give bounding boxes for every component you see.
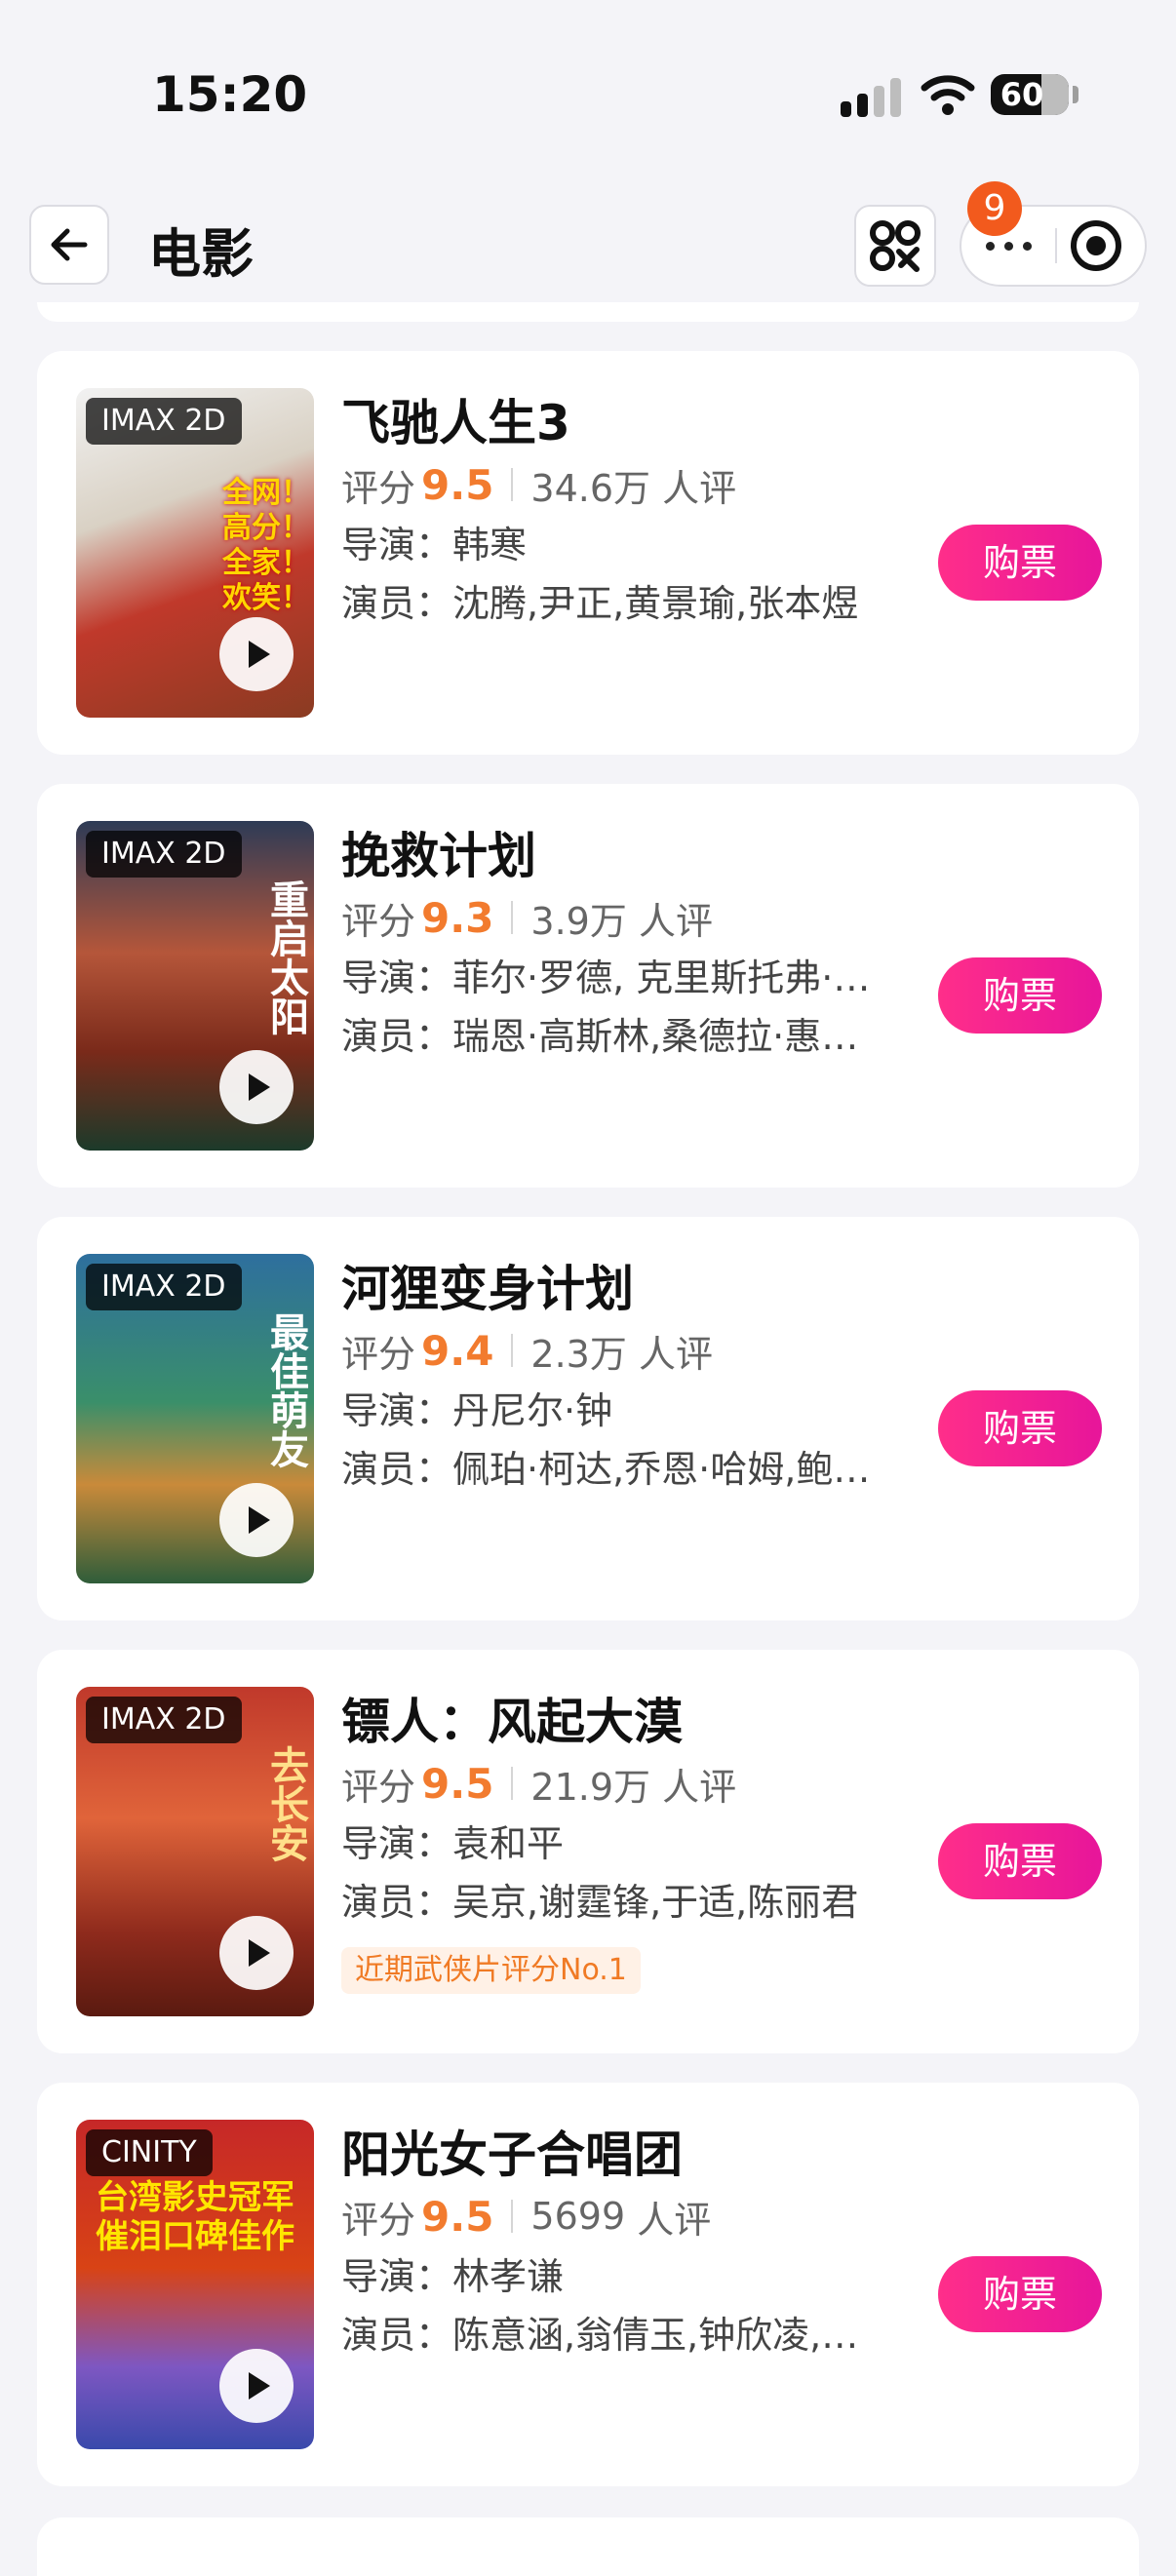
rating-score: 9.5 xyxy=(421,1759,494,1808)
buy-ticket-button[interactable]: 购票 xyxy=(938,1390,1102,1466)
movie-title[interactable]: 阳光女子合唱团 xyxy=(341,2116,683,2186)
page-title: 电影 xyxy=(148,223,254,285)
buy-ticket-button[interactable]: 购票 xyxy=(938,2256,1102,2332)
play-trailer-button[interactable] xyxy=(219,1050,294,1124)
back-button[interactable] xyxy=(29,205,109,285)
review-count: 5699 xyxy=(530,2195,626,2238)
movie-card[interactable]: 全网！高分！全家！欢笑！ IMAX 2D 飞驰人生3 评分 9.5 34.6万 … xyxy=(37,351,1139,755)
cast-line: 演员：佩珀·柯达,乔恩·哈姆,鲍… xyxy=(341,1448,871,1491)
rating-row: 评分 9.5 34.6万 人评 xyxy=(341,460,736,510)
rating-divider xyxy=(511,1334,514,1367)
movie-title[interactable]: 挽救计划 xyxy=(341,817,536,887)
format-tag: IMAX 2D xyxy=(86,831,242,878)
review-label: 人评 xyxy=(637,2198,712,2242)
play-trailer-button[interactable] xyxy=(219,1916,294,1990)
review-count: 3.9万 xyxy=(530,899,627,943)
movie-poster[interactable]: 重启太阳 IMAX 2D xyxy=(76,821,314,1151)
more-dots-icon xyxy=(985,241,995,251)
rating-divider xyxy=(511,2200,514,2233)
status-bar: 15:20 60 xyxy=(0,0,1176,185)
review-label: 人评 xyxy=(638,899,713,943)
scan-icon xyxy=(870,220,921,272)
review-count: 21.9万 xyxy=(530,1765,651,1809)
buy-ticket-button[interactable]: 购票 xyxy=(938,957,1102,1034)
format-tag: IMAX 2D xyxy=(86,1264,242,1310)
status-time: 15:20 xyxy=(152,66,308,123)
format-tag: IMAX 2D xyxy=(86,1697,242,1743)
play-trailer-button[interactable] xyxy=(219,617,294,691)
cast-line: 演员：吴京,谢霆锋,于适,陈丽君 xyxy=(341,1881,859,1924)
poster-slogan: 最佳萌友 xyxy=(263,1312,308,1468)
close-record-icon[interactable] xyxy=(1071,220,1121,271)
rating-score: 9.3 xyxy=(421,893,494,942)
poster-slogan: 重启太阳 xyxy=(263,879,308,1035)
format-tag: CINITY xyxy=(86,2129,213,2176)
format-tag: IMAX 2D xyxy=(86,398,242,445)
director-line: 导演：林孝谦 xyxy=(341,2255,565,2298)
rating-row: 评分 9.4 2.3万 人评 xyxy=(341,1326,713,1376)
movie-poster[interactable]: 最佳萌友 IMAX 2D xyxy=(76,1254,314,1583)
poster-slogan: 台湾影史冠军催泪口碑佳作 xyxy=(96,2178,294,2256)
movie-title[interactable]: 镖人：风起大漠 xyxy=(341,1683,683,1753)
highlight-tag: 近期武侠片评分No.1 xyxy=(341,1947,641,1994)
director-line: 导演：袁和平 xyxy=(341,1822,565,1865)
rating-label: 评分 xyxy=(341,1765,416,1809)
movie-poster[interactable]: 全网！高分！全家！欢笑！ IMAX 2D xyxy=(76,388,314,718)
cast-line: 演员：瑞恩·高斯林,桑德拉·惠… xyxy=(341,1015,859,1058)
movie-card[interactable]: 最佳萌友 IMAX 2D 河狸变身计划 评分 9.4 2.3万 人评 导演：丹尼… xyxy=(37,1217,1139,1620)
play-trailer-button[interactable] xyxy=(219,2349,294,2423)
movie-card[interactable]: 重启太阳 IMAX 2D 挽救计划 评分 9.3 3.9万 人评 导演：菲尔·罗… xyxy=(37,784,1139,1188)
review-label: 人评 xyxy=(662,1765,737,1809)
movie-poster[interactable]: 台湾影史冠军催泪口碑佳作 CINITY xyxy=(76,2120,314,2449)
next-card-edge xyxy=(37,2517,1139,2576)
poster-slogan: 去长安 xyxy=(263,1745,308,1862)
arrow-left-icon xyxy=(51,228,88,261)
play-trailer-button[interactable] xyxy=(219,1483,294,1557)
capsule-divider xyxy=(1055,228,1057,263)
previous-card-edge xyxy=(37,302,1139,322)
battery-level: 60 xyxy=(1000,76,1044,113)
review-label: 人评 xyxy=(638,1332,713,1376)
review-count: 2.3万 xyxy=(530,1332,627,1376)
wifi-icon xyxy=(921,75,975,115)
rating-label: 评分 xyxy=(341,899,416,943)
poster-slogan: 全网！高分！全家！欢笑！ xyxy=(222,476,310,615)
rating-label: 评分 xyxy=(341,466,416,510)
movie-card[interactable]: 去长安 IMAX 2D 镖人：风起大漠 评分 9.5 21.9万 人评 导演：袁… xyxy=(37,1650,1139,2053)
signal-icon xyxy=(841,78,901,117)
battery-tip xyxy=(1073,86,1078,103)
scan-button[interactable] xyxy=(854,205,936,287)
rating-score: 9.4 xyxy=(421,1326,494,1375)
rating-score: 9.5 xyxy=(421,2192,494,2241)
buy-ticket-button[interactable]: 购票 xyxy=(938,1823,1102,1899)
rating-row: 评分 9.5 21.9万 人评 xyxy=(341,1759,736,1809)
review-count: 34.6万 xyxy=(530,466,651,510)
movie-card[interactable]: 台湾影史冠军催泪口碑佳作 CINITY 阳光女子合唱团 评分 9.5 5699 … xyxy=(37,2083,1139,2486)
movie-title[interactable]: 飞驰人生3 xyxy=(341,384,570,454)
cast-line: 演员：沈腾,尹正,黄景瑜,张本煜 xyxy=(341,582,859,625)
battery-icon: 60 xyxy=(991,74,1069,115)
cast-line: 演员：陈意涵,翁倩玉,钟欣凌,… xyxy=(341,2314,859,2357)
director-line: 导演：菲尔·罗德, 克里斯托弗·… xyxy=(341,956,871,999)
movie-title[interactable]: 河狸变身计划 xyxy=(341,1250,634,1320)
review-label: 人评 xyxy=(662,466,737,510)
rating-divider xyxy=(511,1767,514,1800)
buy-ticket-button[interactable]: 购票 xyxy=(938,525,1102,601)
rating-label: 评分 xyxy=(341,2198,416,2242)
notification-badge: 9 xyxy=(967,181,1022,236)
rating-divider xyxy=(511,901,514,934)
rating-label: 评分 xyxy=(341,1332,416,1376)
director-line: 导演：韩寒 xyxy=(341,524,528,566)
director-line: 导演：丹尼尔·钟 xyxy=(341,1389,613,1432)
movie-poster[interactable]: 去长安 IMAX 2D xyxy=(76,1687,314,2016)
rating-divider xyxy=(511,468,514,501)
rating-row: 评分 9.5 5699 人评 xyxy=(341,2192,711,2242)
rating-row: 评分 9.3 3.9万 人评 xyxy=(341,893,713,943)
rating-score: 9.5 xyxy=(421,460,494,509)
